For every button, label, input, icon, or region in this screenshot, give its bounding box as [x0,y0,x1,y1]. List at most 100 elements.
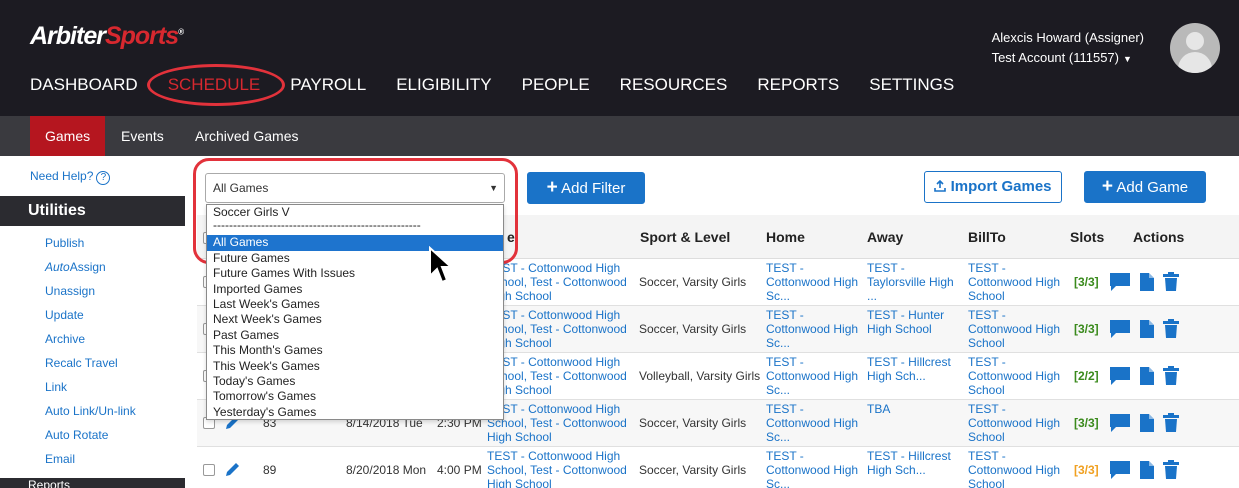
filter-dropdown-list: Soccer Girls V --------------------------… [206,204,504,420]
home-team-link[interactable]: TEST - Cottonwood High Sc... [766,308,858,350]
billto-link[interactable]: TEST - Cottonwood High School [968,449,1060,488]
slots-count[interactable]: [3/3] [1074,463,1099,477]
document-icon[interactable] [1139,319,1155,339]
chat-icon[interactable] [1109,319,1131,339]
document-icon[interactable] [1139,460,1155,480]
col-billto[interactable]: BillTo [968,215,1006,259]
away-team-link[interactable]: TEST - Hunter High School [867,308,944,336]
trash-icon[interactable] [1163,319,1179,339]
chat-icon[interactable] [1109,460,1131,480]
nav-people[interactable]: PEOPLE [522,75,590,95]
avatar[interactable] [1170,23,1220,73]
away-team-link[interactable]: TEST - Hillcrest High Sch... [867,355,951,383]
home-team-link[interactable]: TEST - Cottonwood High Sc... [766,261,858,303]
document-icon[interactable] [1139,413,1155,433]
slots-count[interactable]: [3/3] [1074,416,1099,430]
trash-icon[interactable] [1163,413,1179,433]
trash-icon[interactable] [1163,366,1179,386]
tab-events[interactable]: Events [106,116,179,156]
site-link[interactable]: TEST - Cottonwood High School, Test - Cot… [487,402,627,444]
table-row: 89 8/20/2018 Mon 4:00 PM TEST - Cottonwo… [197,447,1239,488]
site-link[interactable]: TEST - Cottonwood High School, Test - Cot… [487,308,627,350]
away-team-link[interactable]: TBA [867,402,890,416]
dropdown-option[interactable]: This Month's Games [207,343,503,358]
dropdown-option[interactable]: Today's Games [207,374,503,389]
utility-unassign[interactable]: Unassign [45,284,136,308]
help-icon: ? [96,171,111,185]
utility-email[interactable]: Email [45,452,136,476]
billto-link[interactable]: TEST - Cottonwood High School [968,261,1060,303]
home-team-link[interactable]: TEST - Cottonwood High Sc... [766,355,858,397]
plus-icon: + [546,177,558,198]
site-link[interactable]: TEST - Cottonwood High School, Test - Cot… [487,355,627,397]
col-sport-level[interactable]: Sport & Level [640,215,730,259]
add-game-button[interactable]: + Add Game [1084,171,1206,203]
row-checkbox[interactable] [203,464,215,476]
col-slots[interactable]: Slots [1070,215,1104,259]
nav-dashboard[interactable]: DASHBOARD [30,75,138,95]
dropdown-option[interactable]: Last Week's Games [207,297,503,312]
utility-link[interactable]: Link [45,380,136,404]
dropdown-option[interactable]: Future Games [207,251,503,266]
chat-icon[interactable] [1109,366,1131,386]
pencil-icon[interactable] [224,460,242,478]
utility-publish[interactable]: Publish [45,236,136,260]
nav-settings[interactable]: SETTINGS [869,75,954,95]
import-games-button[interactable]: Import Games [924,171,1062,203]
dropdown-option[interactable]: Past Games [207,328,503,343]
col-away[interactable]: Away [867,215,903,259]
need-help-link[interactable]: Need Help?? [30,169,111,185]
tab-games[interactable]: Games [30,116,106,156]
billto-link[interactable]: TEST - Cottonwood High School [968,402,1060,444]
utility-recalc-travel[interactable]: Recalc Travel [45,356,136,380]
nav-reports[interactable]: REPORTS [757,75,839,95]
dropdown-option[interactable]: Imported Games [207,282,503,297]
tab-archived-games[interactable]: Archived Games [180,116,313,156]
dropdown-option[interactable]: Tomorrow's Games [207,389,503,404]
trash-icon[interactable] [1163,272,1179,292]
col-home[interactable]: Home [766,215,805,259]
nav-eligibility[interactable]: ELIGIBILITY [396,75,491,95]
away-team-link[interactable]: TEST - Taylorsville High... [867,261,954,303]
user-menu[interactable]: Alexcis Howard (Assigner) Test Account (… [992,28,1144,69]
dropdown-option[interactable]: This Week's Games [207,359,503,374]
utility-auto-rotate[interactable]: Auto Rotate [45,428,136,452]
row-actions [1109,366,1179,386]
billto-link[interactable]: TEST - Cottonwood High School [968,308,1060,350]
document-icon[interactable] [1139,366,1155,386]
arbitersports-logo[interactable]: ArbiterSports® [30,22,184,51]
nav-resources[interactable]: RESOURCES [620,75,728,95]
utilities-heading: Utilities [0,196,185,226]
dropdown-option[interactable]: All Games [207,235,503,251]
chat-icon[interactable] [1109,413,1131,433]
sport-level: Soccer, Varsity Girls [639,463,747,477]
chat-icon[interactable] [1109,272,1131,292]
home-team-link[interactable]: TEST - Cottonwood High Sc... [766,402,858,444]
dropdown-separator: ----------------------------------------… [213,218,421,233]
home-team-link[interactable]: TEST - Cottonwood High Sc... [766,449,858,488]
away-team-link[interactable]: TEST - Hillcrest High Sch... [867,449,951,477]
site-link[interactable]: TEST - Cottonwood High School, Test - Cot… [487,261,627,303]
slots-count[interactable]: [2/2] [1074,369,1099,383]
utility-autoassign[interactable]: AutoAssign [45,260,136,284]
dropdown-option[interactable]: Yesterday's Games [207,405,503,419]
billto-link[interactable]: TEST - Cottonwood High School [968,355,1060,397]
site-link[interactable]: TEST - Cottonwood High School, Test - Cot… [487,449,627,488]
upload-icon [934,179,947,192]
utility-archive[interactable]: Archive [45,332,136,356]
utility-auto-link[interactable]: Auto Link/Un-link [45,404,136,428]
slots-count[interactable]: [3/3] [1074,275,1099,289]
plus-icon: + [1101,176,1114,197]
document-icon[interactable] [1139,272,1155,292]
nav-payroll[interactable]: PAYROLL [290,75,366,95]
sub-nav: Games Events Archived Games [0,116,1239,156]
utility-update[interactable]: Update [45,308,136,332]
dropdown-option[interactable]: Next Week's Games [207,312,503,327]
row-actions [1109,413,1179,433]
trash-icon[interactable] [1163,460,1179,480]
dropdown-option[interactable]: Future Games With Issues [207,266,503,281]
top-header: ArbiterSports® Alexcis Howard (Assigner)… [0,0,1239,116]
add-filter-button[interactable]: + Add Filter [527,172,645,204]
account-switcher[interactable]: Test Account (111557) ▼ [992,48,1144,69]
slots-count[interactable]: [3/3] [1074,322,1099,336]
